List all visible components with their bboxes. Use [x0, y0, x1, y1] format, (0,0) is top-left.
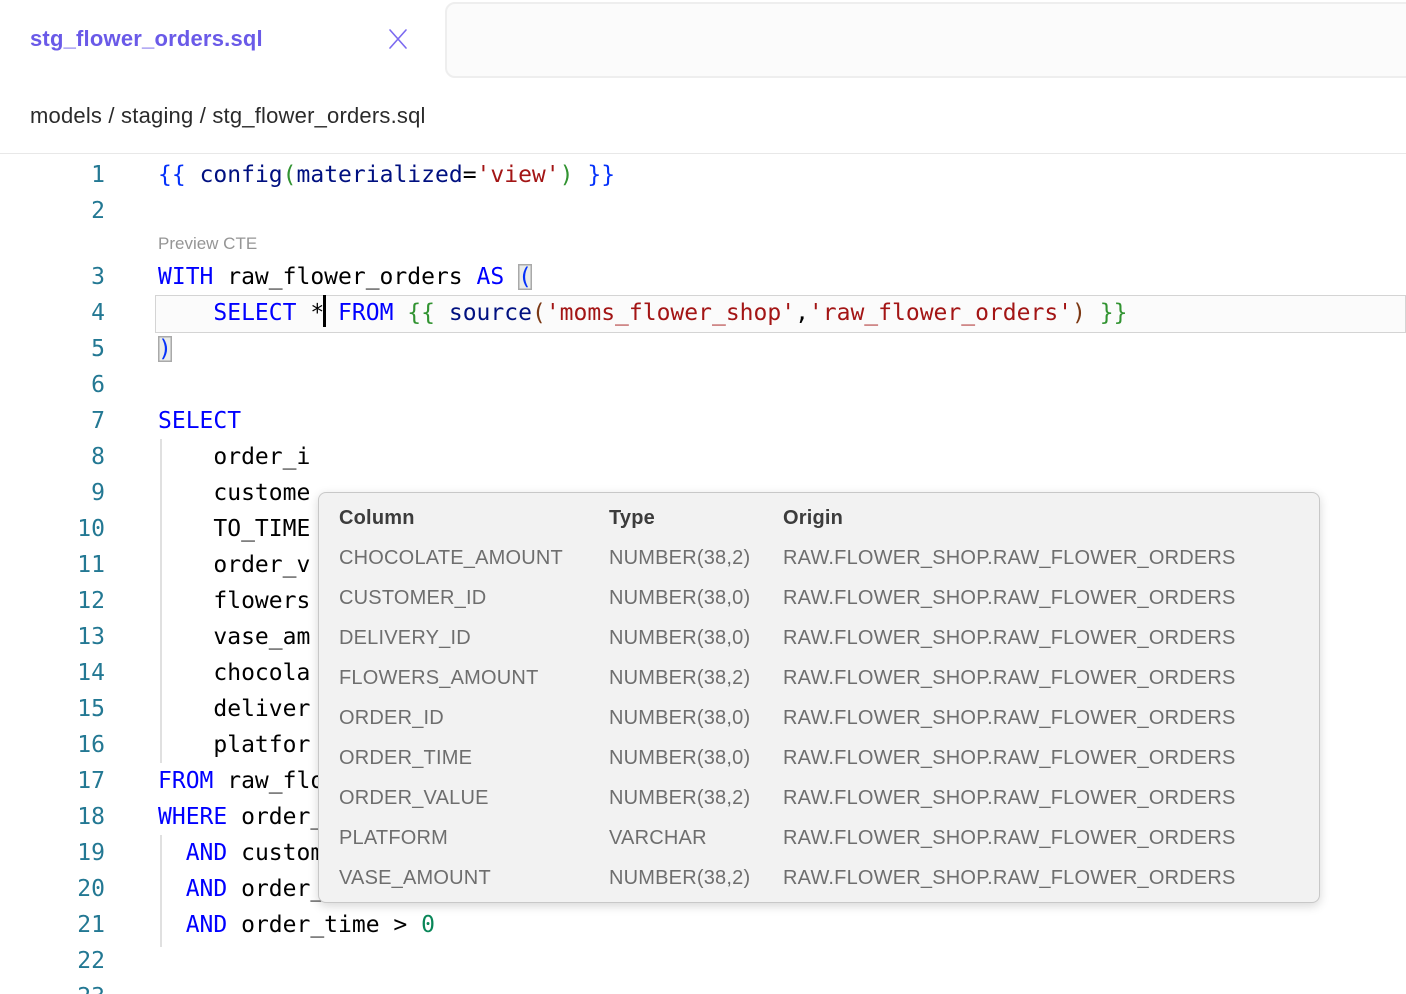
- tooltip-cell: NUMBER(38,0): [609, 618, 783, 658]
- line-number: 18: [0, 799, 105, 835]
- source-columns-tooltip: ColumnTypeOrigin CHOCOLATE_AMOUNTNUMBER(…: [318, 492, 1320, 903]
- line-number: 22: [0, 943, 105, 979]
- tooltip-cell: NUMBER(38,0): [609, 738, 783, 778]
- tooltip-cell: RAW.FLOWER_SHOP.RAW_FLOWER_ORDERS: [783, 698, 1319, 738]
- tooltip-cell: RAW.FLOWER_SHOP.RAW_FLOWER_ORDERS: [783, 578, 1319, 618]
- line-number: 5: [0, 331, 105, 367]
- tooltip-row: ORDER_VALUENUMBER(38,2)RAW.FLOWER_SHOP.R…: [339, 778, 1319, 818]
- line-number: 17: [0, 763, 105, 799]
- line-number: 1: [0, 157, 105, 193]
- close-icon: [385, 26, 411, 52]
- tooltip-cell: ORDER_VALUE: [339, 778, 609, 818]
- code-line[interactable]: 3WITH raw_flower_orders AS (: [0, 259, 1406, 295]
- tab-stg-flower-orders[interactable]: stg_flower_orders.sql: [0, 0, 443, 78]
- tooltip-cell: NUMBER(38,0): [609, 698, 783, 738]
- line-number: 12: [0, 583, 105, 619]
- tooltip-table-body: CHOCOLATE_AMOUNTNUMBER(38,2)RAW.FLOWER_S…: [339, 538, 1319, 898]
- tooltip-cell: ORDER_ID: [339, 698, 609, 738]
- tab-bar: stg_flower_orders.sql: [0, 0, 1406, 78]
- tab-close-button[interactable]: [384, 25, 412, 53]
- line-number: 9: [0, 475, 105, 511]
- code-line[interactable]: 1{{ config(materialized='view') }}: [0, 157, 1406, 193]
- header-divider: [0, 153, 1406, 154]
- tooltip-cell: NUMBER(38,2): [609, 858, 783, 898]
- tooltip-cell: RAW.FLOWER_SHOP.RAW_FLOWER_ORDERS: [783, 738, 1319, 778]
- line-number: 21: [0, 907, 105, 943]
- code-line[interactable]: 23: [0, 979, 1406, 994]
- code-line[interactable]: 7SELECT: [0, 403, 1406, 439]
- tooltip-cell: RAW.FLOWER_SHOP.RAW_FLOWER_ORDERS: [783, 618, 1319, 658]
- tooltip-cell: DELIVERY_ID: [339, 618, 609, 658]
- line-number: 23: [0, 979, 105, 994]
- tooltip-cell: RAW.FLOWER_SHOP.RAW_FLOWER_ORDERS: [783, 778, 1319, 818]
- line-number: 4: [0, 295, 105, 331]
- line-number: 3: [0, 259, 105, 295]
- code-line[interactable]: 4 SELECT * FROM {{ source('moms_flower_s…: [0, 295, 1406, 331]
- tooltip-row: CHOCOLATE_AMOUNTNUMBER(38,2)RAW.FLOWER_S…: [339, 538, 1319, 578]
- line-number: 7: [0, 403, 105, 439]
- tooltip-cell: CUSTOMER_ID: [339, 578, 609, 618]
- code-line[interactable]: 6: [0, 367, 1406, 403]
- tooltip-cell: VARCHAR: [609, 818, 783, 858]
- tooltip-cell: NUMBER(38,2): [609, 658, 783, 698]
- tooltip-row: PLATFORMVARCHARRAW.FLOWER_SHOP.RAW_FLOWE…: [339, 818, 1319, 858]
- tooltip-cell: VASE_AMOUNT: [339, 858, 609, 898]
- tooltip-cell: ORDER_TIME: [339, 738, 609, 778]
- empty-tab-strip: [445, 2, 1406, 78]
- tooltip-cell: RAW.FLOWER_SHOP.RAW_FLOWER_ORDERS: [783, 538, 1319, 578]
- line-number: 2: [0, 193, 105, 229]
- tooltip-cell: NUMBER(38,2): [609, 778, 783, 818]
- tooltip-cell: PLATFORM: [339, 818, 609, 858]
- tooltip-row: FLOWERS_AMOUNTNUMBER(38,2)RAW.FLOWER_SHO…: [339, 658, 1319, 698]
- code-line[interactable]: 22: [0, 943, 1406, 979]
- tooltip-cell: NUMBER(38,0): [609, 578, 783, 618]
- line-number: 6: [0, 367, 105, 403]
- code-line[interactable]: 5): [0, 331, 1406, 367]
- tooltip-cell: RAW.FLOWER_SHOP.RAW_FLOWER_ORDERS: [783, 818, 1319, 858]
- tooltip-header: Origin: [783, 498, 1319, 538]
- codelens-preview-cte[interactable]: Preview CTE: [105, 229, 257, 259]
- tooltip-cell: CHOCOLATE_AMOUNT: [339, 538, 609, 578]
- breadcrumb: models / staging / stg_flower_orders.sql: [30, 78, 426, 154]
- line-number: 19: [0, 835, 105, 871]
- tooltip-cell: RAW.FLOWER_SHOP.RAW_FLOWER_ORDERS: [783, 858, 1319, 898]
- code-line[interactable]: 8 order_i: [0, 439, 1406, 475]
- code-line[interactable]: 2: [0, 193, 1406, 229]
- line-number: 13: [0, 619, 105, 655]
- tooltip-header: Column: [339, 498, 609, 538]
- line-number: 14: [0, 655, 105, 691]
- tooltip-row: DELIVERY_IDNUMBER(38,0)RAW.FLOWER_SHOP.R…: [339, 618, 1319, 658]
- tooltip-row: ORDER_TIMENUMBER(38,0)RAW.FLOWER_SHOP.RA…: [339, 738, 1319, 778]
- code-line[interactable]: 21 AND order_time > 0: [0, 907, 1406, 943]
- tooltip-header-row: ColumnTypeOrigin: [339, 498, 1319, 538]
- tab-title: stg_flower_orders.sql: [30, 26, 263, 52]
- tooltip-cell: NUMBER(38,2): [609, 538, 783, 578]
- line-number: 16: [0, 727, 105, 763]
- line-number: 10: [0, 511, 105, 547]
- line-number: 20: [0, 871, 105, 907]
- tooltip-row: CUSTOMER_IDNUMBER(38,0)RAW.FLOWER_SHOP.R…: [339, 578, 1319, 618]
- tooltip-cell: FLOWERS_AMOUNT: [339, 658, 609, 698]
- tooltip-row: ORDER_IDNUMBER(38,0)RAW.FLOWER_SHOP.RAW_…: [339, 698, 1319, 738]
- code-editor[interactable]: 1{{ config(materialized='view') }}2Previ…: [0, 155, 1406, 994]
- line-number: 8: [0, 439, 105, 475]
- codelens-row: Preview CTE: [0, 229, 1406, 259]
- tooltip-header: Type: [609, 498, 783, 538]
- line-number: 15: [0, 691, 105, 727]
- line-number: 11: [0, 547, 105, 583]
- tooltip-cell: RAW.FLOWER_SHOP.RAW_FLOWER_ORDERS: [783, 658, 1319, 698]
- tooltip-row: VASE_AMOUNTNUMBER(38,2)RAW.FLOWER_SHOP.R…: [339, 858, 1319, 898]
- breadcrumb-bar: models / staging / stg_flower_orders.sql: [0, 78, 1406, 154]
- editor-window: stg_flower_orders.sql models / staging /…: [0, 0, 1406, 994]
